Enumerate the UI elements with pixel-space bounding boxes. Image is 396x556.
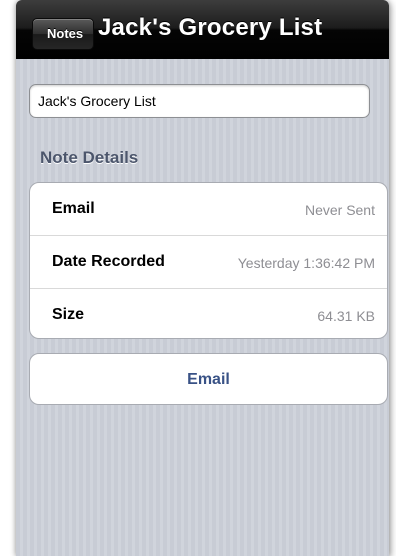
detail-value: 64.31 KB [317,308,375,324]
detail-row-date-recorded: Date Recorded Yesterday 1:36:42 PM [30,236,387,289]
note-title-input[interactable] [30,85,369,117]
email-action-group: Email [29,353,388,405]
email-button[interactable]: Email [30,354,387,404]
back-button-label: Notes [47,26,84,41]
navigation-bar: Notes Jack's Grocery List [16,0,389,59]
section-header-note-details: Note Details [40,148,139,167]
page-title: Jack's Grocery List [98,14,323,41]
detail-value: Yesterday 1:36:42 PM [237,255,375,271]
detail-label: Size [52,306,85,323]
detail-row-size: Size 64.31 KB [30,289,387,338]
app-screen: Notes Jack's Grocery List Note Details E… [16,0,389,556]
detail-value: Never Sent [304,202,375,218]
detail-label: Email [52,200,95,217]
note-title-field[interactable] [29,84,370,118]
detail-row-email: Email Never Sent [30,183,387,236]
note-details-group: Email Never Sent Date Recorded Yesterday… [29,182,388,339]
detail-label: Date Recorded [52,253,165,270]
back-button[interactable]: Notes [32,18,95,50]
